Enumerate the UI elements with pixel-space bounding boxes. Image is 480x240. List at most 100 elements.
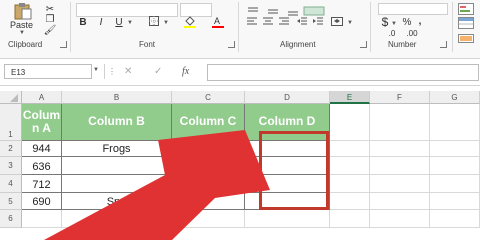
number-launcher-icon[interactable]	[440, 41, 447, 48]
clipboard-launcher-icon[interactable]	[60, 41, 67, 48]
insert-function-icon[interactable]: fx	[182, 64, 189, 79]
empty-cell[interactable]	[430, 210, 480, 228]
highlight-rectangle	[259, 131, 329, 210]
table-cell[interactable]: 318	[172, 157, 245, 175]
column-header-f[interactable]: F	[370, 91, 430, 104]
empty-cell[interactable]	[370, 175, 430, 193]
clipboard-group-label: Clipboard	[8, 40, 43, 49]
align-left-icon[interactable]	[246, 15, 258, 27]
formula-input[interactable]	[207, 64, 479, 81]
table-cell[interactable]: Frogs	[62, 141, 172, 157]
empty-cell[interactable]	[330, 175, 370, 193]
paste-icon	[14, 3, 32, 20]
table-cell[interactable]: 690	[22, 193, 62, 210]
increase-indent-icon[interactable]	[312, 15, 324, 27]
empty-cell[interactable]	[430, 141, 480, 157]
empty-cell[interactable]	[370, 157, 430, 175]
number-group-label: Number	[388, 40, 417, 49]
borders-icon[interactable]	[148, 15, 160, 27]
font-name-dropdown[interactable]	[76, 3, 178, 17]
table-cell[interactable]	[62, 175, 172, 193]
empty-cell[interactable]	[245, 210, 330, 228]
percent-button[interactable]: %	[402, 16, 412, 28]
chevron-down-icon: ▼	[347, 20, 353, 26]
table-cell[interactable]	[172, 193, 245, 210]
font-launcher-icon[interactable]	[228, 41, 235, 48]
name-box-chevron-down-icon[interactable]: ▼	[93, 67, 99, 73]
empty-cell[interactable]	[430, 157, 480, 175]
table-header-cell[interactable]: Column C	[172, 104, 245, 141]
empty-cell[interactable]	[330, 141, 370, 157]
row-header-5[interactable]: 5	[0, 193, 22, 210]
table-cell[interactable]: 472	[172, 141, 245, 157]
merge-center-icon[interactable]	[330, 15, 344, 27]
name-box[interactable]: E13	[4, 64, 92, 79]
svg-text:A: A	[214, 16, 220, 26]
formula-bar-divider	[104, 64, 105, 79]
empty-cell[interactable]	[330, 104, 370, 141]
row-header-3[interactable]: 3	[0, 157, 22, 175]
column-header-d[interactable]: D	[245, 91, 330, 104]
confirm-icon[interactable]: ✓	[154, 64, 162, 79]
conditional-formatting-icon[interactable]	[458, 2, 474, 15]
column-header-a[interactable]: A	[22, 91, 62, 104]
row-header-4[interactable]: 4	[0, 175, 22, 193]
empty-cell[interactable]	[22, 210, 62, 228]
comma-button[interactable]: ,	[416, 15, 424, 27]
table-cell[interactable]	[62, 157, 172, 175]
table-cell[interactable]	[172, 175, 245, 193]
copy-icon[interactable]: ❐	[44, 14, 56, 25]
format-as-table-icon[interactable]	[458, 16, 474, 29]
table-header-cell[interactable]: Column B	[62, 104, 172, 141]
table-cell[interactable]: Sna	[62, 193, 172, 210]
decrease-indent-icon[interactable]	[296, 15, 308, 27]
empty-cell[interactable]	[430, 175, 480, 193]
format-painter-icon[interactable]: 🖌	[44, 25, 57, 36]
italic-button[interactable]: I	[96, 16, 106, 28]
table-cell[interactable]: 944	[22, 141, 62, 157]
number-format-dropdown[interactable]	[378, 3, 448, 15]
row-header-6[interactable]: 6	[0, 210, 22, 228]
divider	[452, 2, 453, 52]
align-right-icon[interactable]	[278, 15, 290, 27]
align-center-icon[interactable]	[262, 15, 274, 27]
table-cell[interactable]: 712	[22, 175, 62, 193]
column-header-e[interactable]: E	[330, 91, 370, 104]
row-header-1[interactable]: 1	[0, 104, 22, 141]
fill-color-icon[interactable]	[183, 14, 197, 28]
alignment-launcher-icon[interactable]	[360, 41, 367, 48]
alignment-top-row	[246, 3, 336, 16]
empty-cell[interactable]	[370, 104, 430, 141]
empty-cell[interactable]	[330, 157, 370, 175]
empty-cell[interactable]	[172, 210, 245, 228]
row-header-2[interactable]: 2	[0, 141, 22, 157]
empty-cell[interactable]	[62, 210, 172, 228]
increase-decimal-button[interactable]: .0	[384, 28, 400, 38]
table-cell[interactable]: 636	[22, 157, 62, 175]
cut-icon[interactable]: ✂	[44, 4, 56, 15]
cancel-icon[interactable]: ✕	[124, 64, 132, 79]
divider	[238, 2, 239, 52]
underline-button[interactable]: U	[114, 16, 124, 28]
table-header-cell[interactable]: Colum n A	[22, 104, 62, 141]
empty-cell[interactable]	[330, 210, 370, 228]
alignment-group-label: Alignment	[280, 40, 316, 49]
cell-styles-icon[interactable]	[458, 30, 474, 43]
empty-cell[interactable]	[430, 193, 480, 210]
empty-cell[interactable]	[330, 193, 370, 210]
divider	[70, 2, 71, 52]
column-header-b[interactable]: B	[62, 91, 172, 104]
currency-button[interactable]: $	[380, 15, 390, 29]
empty-cell[interactable]	[370, 193, 430, 210]
chevron-down-icon: ▼	[163, 20, 169, 26]
empty-cell[interactable]	[370, 141, 430, 157]
bold-button[interactable]: B	[78, 16, 88, 28]
paste-button[interactable]: Paste ▼	[6, 2, 40, 36]
empty-cell[interactable]	[430, 104, 480, 141]
empty-cell[interactable]	[370, 210, 430, 228]
font-color-icon[interactable]: A	[211, 14, 225, 28]
select-all-corner[interactable]	[0, 91, 22, 104]
column-header-g[interactable]: G	[430, 91, 480, 104]
decrease-decimal-icon[interactable]: .00	[404, 28, 420, 38]
column-header-c[interactable]: C	[172, 91, 245, 104]
